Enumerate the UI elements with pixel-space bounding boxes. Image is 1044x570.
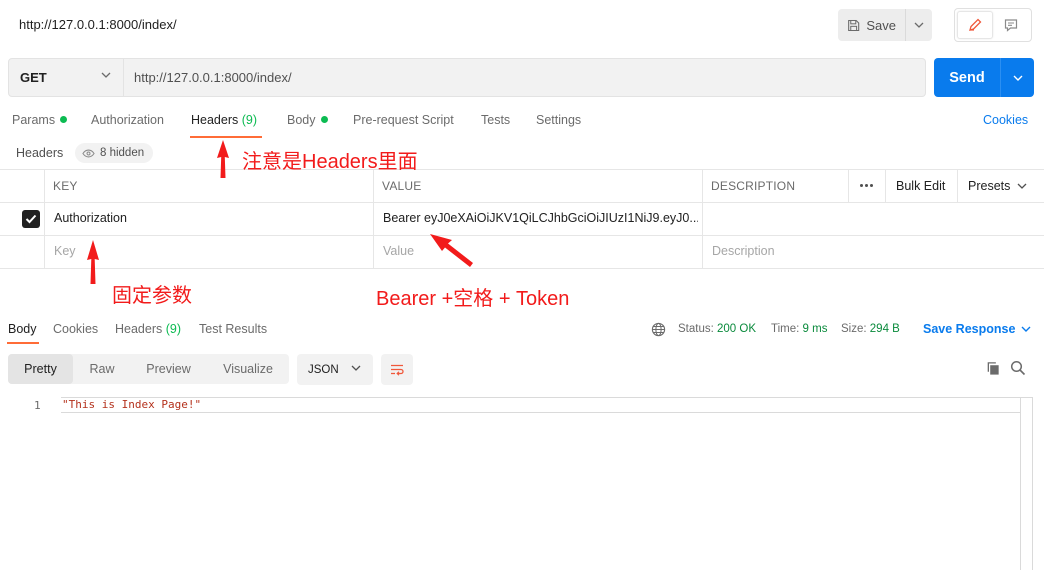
format-select[interactable]: JSON (297, 354, 373, 385)
size-label: Size: (841, 323, 867, 335)
view-pretty-button[interactable]: Pretty (8, 354, 73, 384)
annotation-bearer-token: Bearer +空格 + Token (376, 288, 570, 310)
arrow-to-headers-tab (217, 140, 229, 178)
annotation-fixed-param: 固定参数 (112, 285, 192, 307)
arrow-to-value-cell (430, 234, 473, 267)
editor-line-highlight-top (61, 397, 1033, 398)
time-label: Time: (771, 323, 800, 335)
response-body-text[interactable]: "This is Index Page!" (62, 398, 201, 411)
save-response-label: Save Response (923, 322, 1016, 336)
response-tab-cookies[interactable]: Cookies (53, 322, 98, 336)
response-size: Size: 294 B (841, 323, 900, 335)
status-value: 200 OK (717, 323, 757, 335)
editor-line-highlight-bottom (61, 412, 1021, 413)
size-value: 294 B (869, 323, 900, 335)
format-value: JSON (308, 363, 339, 376)
wrap-lines-icon (391, 364, 404, 376)
chevron-down-icon (1021, 326, 1031, 332)
editor-scrollbar-track[interactable] (1020, 397, 1021, 570)
response-tab-headers[interactable]: Headers (9) (115, 322, 181, 336)
wrap-lines-button[interactable] (381, 354, 413, 385)
view-visualize-button[interactable]: Visualize (207, 354, 289, 384)
copy-icon[interactable] (986, 361, 1001, 376)
tab-label: Headers (115, 322, 163, 336)
response-view-switcher: Pretty Raw Preview Visualize (8, 354, 289, 384)
save-response-button[interactable]: Save Response (923, 322, 1031, 336)
tab-count: (9) (165, 322, 182, 336)
line-number: 1 (34, 399, 41, 412)
status-label: Status: (678, 323, 714, 335)
response-status: Status: 200 OK (678, 323, 756, 335)
search-icon[interactable] (1010, 360, 1026, 376)
editor-scrollbar-edge (1032, 397, 1033, 570)
view-preview-button[interactable]: Preview (131, 354, 206, 384)
arrow-to-key-cell (87, 240, 99, 284)
time-value: 9 ms (802, 323, 828, 335)
active-response-tab-underline (7, 342, 39, 344)
response-tab-body[interactable]: Body (8, 322, 37, 336)
globe-icon[interactable] (651, 322, 666, 337)
annotation-headers-note: 注意是Headers里面 (242, 151, 418, 173)
chevron-down-icon (351, 365, 361, 371)
response-tab-test-results[interactable]: Test Results (199, 322, 267, 336)
view-raw-button[interactable]: Raw (74, 354, 130, 384)
response-time: Time: 9 ms (771, 323, 827, 335)
